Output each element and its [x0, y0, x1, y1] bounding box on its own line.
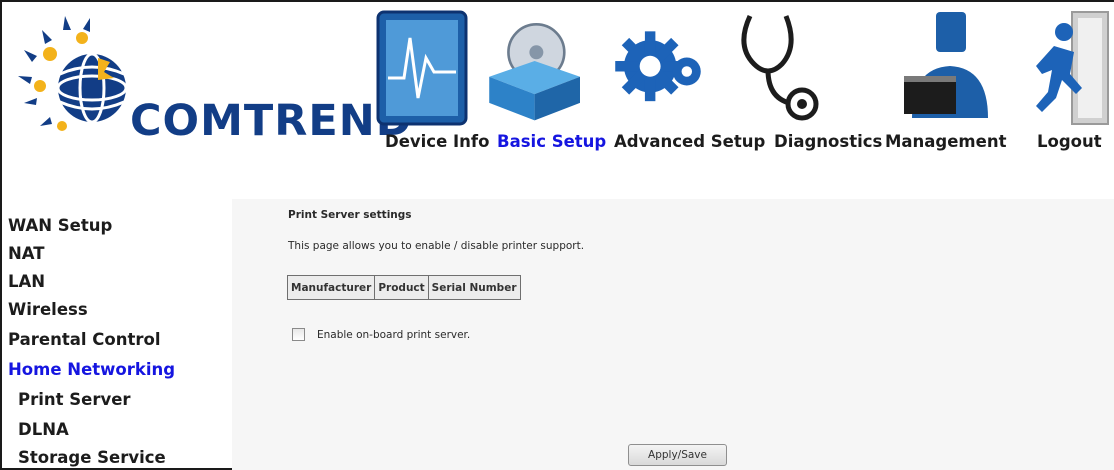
- monitor-chart-icon[interactable]: [374, 8, 470, 128]
- box-disc-icon[interactable]: [484, 8, 580, 128]
- column-header-manufacturer: Manufacturer: [286, 275, 376, 300]
- sidebar-item-dlna[interactable]: DLNA: [18, 420, 69, 439]
- page-title: Print Server settings: [288, 209, 412, 221]
- sidebar-item-wireless[interactable]: Wireless: [8, 300, 88, 319]
- sidebar-item-nat[interactable]: NAT: [8, 244, 45, 263]
- nav-management[interactable]: Management: [885, 132, 1006, 151]
- table-header-row: Manufacturer Product Serial Number: [286, 275, 521, 300]
- page-description: This page allows you to enable / disable…: [288, 240, 585, 252]
- apply-save-button[interactable]: Apply/Save: [628, 444, 727, 466]
- header: COMTREND Device Info Basic Setup Advance…: [2, 2, 1114, 199]
- brand-name: COMTREND: [130, 96, 413, 146]
- column-header-product: Product: [374, 275, 429, 300]
- nav-basic-setup[interactable]: Basic Setup: [497, 132, 606, 151]
- enable-print-server-row: Enable on-board print server.: [292, 328, 470, 341]
- sidebar-item-lan[interactable]: LAN: [8, 272, 45, 291]
- sidebar-item-storage-service[interactable]: Storage Service: [18, 448, 166, 467]
- comtrend-logo: COMTREND: [10, 8, 411, 168]
- gears-icon[interactable]: [610, 8, 706, 128]
- nav-logout[interactable]: Logout: [1037, 132, 1102, 151]
- enable-print-server-checkbox[interactable]: [292, 328, 305, 341]
- printer-table: Manufacturer Product Serial Number: [286, 275, 521, 300]
- sidebar: WAN Setup NAT LAN Wireless Parental Cont…: [2, 205, 232, 470]
- nav-device-info[interactable]: Device Info: [385, 132, 489, 151]
- globe-logo-icon: [18, 16, 128, 131]
- exit-runner-icon[interactable]: [1016, 8, 1112, 128]
- nav-diagnostics[interactable]: Diagnostics: [774, 132, 882, 151]
- main-panel: Print Server settings This page allows y…: [232, 199, 1114, 470]
- column-header-serial-number: Serial Number: [427, 275, 521, 300]
- sidebar-item-home-networking[interactable]: Home Networking: [8, 360, 175, 379]
- sidebar-item-parental-control[interactable]: Parental Control: [8, 330, 161, 349]
- stethoscope-icon[interactable]: [728, 8, 824, 128]
- sidebar-item-print-server[interactable]: Print Server: [18, 390, 131, 409]
- sidebar-item-wan-setup[interactable]: WAN Setup: [8, 216, 112, 235]
- user-laptop-icon[interactable]: [902, 8, 998, 128]
- enable-print-server-label: Enable on-board print server.: [317, 328, 471, 341]
- nav-advanced-setup[interactable]: Advanced Setup: [614, 132, 765, 151]
